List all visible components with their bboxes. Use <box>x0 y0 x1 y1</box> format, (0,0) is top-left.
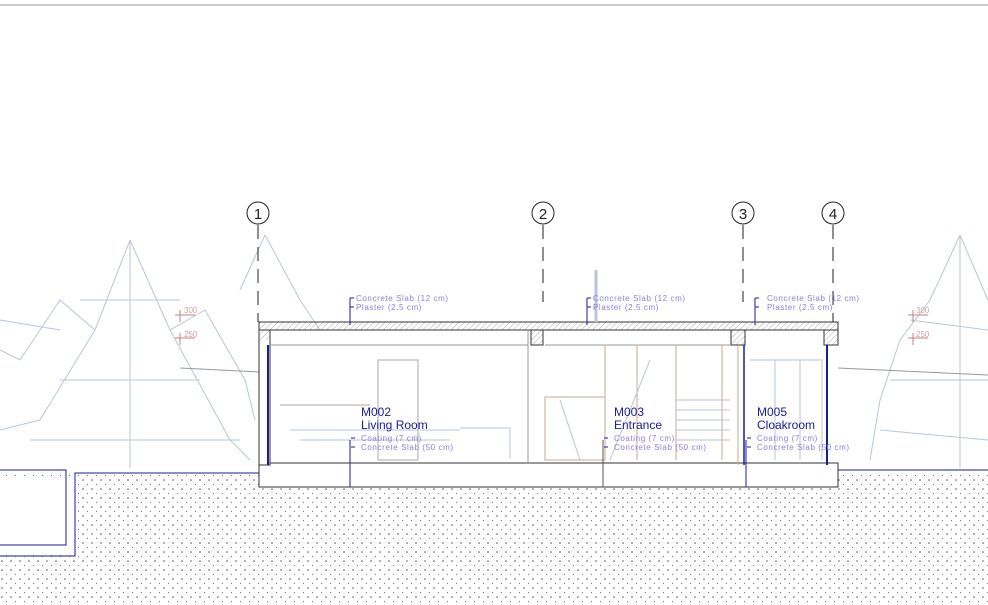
svg-text:Concrete Slab (12 cm): Concrete Slab (12 cm) <box>767 294 860 303</box>
svg-text:Entrance: Entrance <box>614 418 662 432</box>
svg-text:Cloakroom: Cloakroom <box>757 418 815 432</box>
roof-annotation-3[interactable]: Concrete Slab (12 cm) Plaster (2.5 cm) <box>754 294 860 325</box>
svg-text:Concrete Slab (50 cm): Concrete Slab (50 cm) <box>757 443 850 452</box>
svg-text:M002: M002 <box>361 405 391 419</box>
tree-left <box>0 234 321 468</box>
svg-text:M003: M003 <box>614 405 644 419</box>
grid-axis-3[interactable]: 3 <box>731 201 755 302</box>
svg-text:Concrete Slab (50 cm): Concrete Slab (50 cm) <box>361 443 454 452</box>
tree-right <box>869 234 988 468</box>
terrain-line <box>837 367 988 376</box>
svg-text:4: 4 <box>829 206 837 223</box>
svg-text:Concrete Slab (50 cm): Concrete Slab (50 cm) <box>614 443 707 452</box>
room-tag-m002[interactable]: M002 Living Room Coating (7 cm) Concrete… <box>351 405 454 452</box>
svg-text:250: 250 <box>184 330 198 339</box>
svg-text:3: 3 <box>739 206 747 223</box>
ground-fill <box>0 473 988 605</box>
pit <box>0 478 75 556</box>
svg-text:Plaster (2.5 cm): Plaster (2.5 cm) <box>767 303 833 312</box>
svg-text:2: 2 <box>539 206 547 223</box>
svg-text:Plaster (2.5 cm): Plaster (2.5 cm) <box>593 303 659 312</box>
grid-axis-2[interactable]: 2 <box>531 201 555 302</box>
building-section <box>258 270 839 488</box>
svg-text:Concrete Slab (12 cm): Concrete Slab (12 cm) <box>356 294 449 303</box>
svg-text:Coating (7 cm): Coating (7 cm) <box>757 434 818 443</box>
svg-text:M005: M005 <box>757 405 787 419</box>
svg-text:Living Room: Living Room <box>361 418 428 432</box>
room-tag-m003[interactable]: M003 Entrance Coating (7 cm) Concrete Sl… <box>604 405 707 452</box>
roof-annotation-2[interactable]: Concrete Slab (12 cm) Plaster (2.5 cm) <box>586 294 686 325</box>
svg-text:250: 250 <box>916 330 930 339</box>
room-tag-m005[interactable]: M005 Cloakroom Coating (7 cm) Concrete S… <box>747 405 850 452</box>
section-drawing[interactable]: 300 250 300 250 1 2 3 4 Concrete Slab (1… <box>0 0 988 605</box>
svg-text:300: 300 <box>184 306 198 315</box>
grid-axis-1[interactable]: 1 <box>246 201 270 322</box>
svg-text:1: 1 <box>254 206 262 223</box>
svg-text:Coating (7 cm): Coating (7 cm) <box>614 434 675 443</box>
svg-text:Plaster (2.5 cm): Plaster (2.5 cm) <box>356 303 422 312</box>
svg-text:Coating (7 cm): Coating (7 cm) <box>361 434 422 443</box>
roof-annotation-1[interactable]: Concrete Slab (12 cm) Plaster (2.5 cm) <box>349 294 449 325</box>
svg-text:300: 300 <box>916 306 930 315</box>
svg-text:Concrete Slab (12 cm): Concrete Slab (12 cm) <box>593 294 686 303</box>
